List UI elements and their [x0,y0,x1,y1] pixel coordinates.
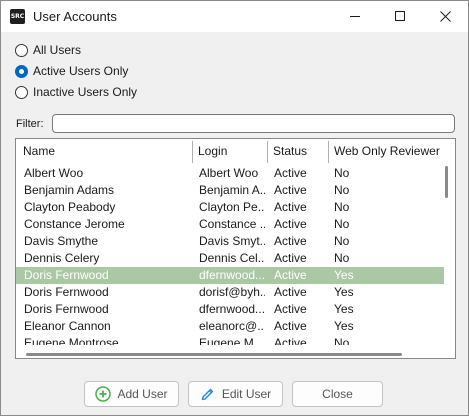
radio-label: Inactive Users Only [33,85,138,99]
name-cell: Benjamin Adams [24,183,115,197]
status-cell: Active [274,166,307,180]
horizontal-scrollbar[interactable] [16,345,444,358]
column-header-name[interactable]: Name [18,139,55,165]
filter-input[interactable] [52,114,455,133]
minimize-button[interactable] [332,1,378,32]
web-only-reviewer-cell: No [334,217,350,231]
add-circle-icon [95,386,112,402]
table-row[interactable]: Constance Jerome Constance ... Active No [16,216,444,233]
table-row[interactable]: Doris Fernwood dfernwood... Active Yes [16,267,444,284]
login-cell: dorisf@byh... [199,285,265,299]
add-user-label: Add User [117,387,168,401]
name-cell: Davis Smythe [24,234,99,248]
add-user-button[interactable]: Add User [84,381,179,407]
close-window-button[interactable] [422,1,468,32]
login-cell: Davis Smyt... [199,234,265,248]
pencil-icon [200,386,216,402]
table-row[interactable]: Doris Fernwood dfernwood... Active Yes [16,301,444,318]
login-cell: dfernwood... [199,268,265,282]
radio-label: Active Users Only [33,64,129,78]
vertical-scroll-thumb[interactable] [445,166,448,198]
login-cell: dfernwood... [199,302,265,316]
web-only-reviewer-cell: Yes [334,302,354,316]
grid-body: Albert Woo Albert Woo Active No Benjamin Ada… [16,165,444,345]
web-only-reviewer-cell: No [334,336,350,345]
name-cell: Constance Jerome [24,217,125,231]
column-header-status[interactable]: Status [268,139,307,165]
login-cell: Eugene M... [199,336,264,345]
table-row[interactable]: Dennis Celery Dennis Cel... Active No [16,250,444,267]
radio-button[interactable] [15,43,28,57]
close-label: Close [322,387,353,401]
login-cell: eleanorc@... [199,319,265,333]
maximize-button[interactable] [377,1,423,32]
table-row[interactable]: Albert Woo Albert Woo Active No [16,165,444,182]
login-cell: Constance ... [199,217,265,231]
status-cell: Active [274,234,307,248]
name-cell: Doris Fernwood [24,285,109,299]
name-cell: Dennis Celery [24,251,100,265]
login-cell: Benjamin A... [199,183,265,197]
status-cell: Active [274,200,307,214]
web-only-reviewer-cell: No [334,200,350,214]
title-bar: SRC User Accounts [1,1,468,32]
edit-user-label: Edit User [221,387,272,401]
status-cell: Active [274,336,307,345]
web-only-reviewer-cell: No [334,251,350,265]
grid-header: Name Login Status Web Only Reviewer [16,139,444,165]
table-row[interactable]: Eugene Montrose Eugene M... Active No [16,335,444,345]
web-only-reviewer-cell: Yes [334,319,354,333]
minimize-icon [349,16,360,17]
table-row[interactable]: Eleanor Cannon eleanorc@... Active Yes [16,318,444,335]
table-row[interactable]: Benjamin Adams Benjamin A... Active No [16,182,444,199]
status-cell: Active [274,183,307,197]
radio-active-users-only[interactable]: Active Users Only [15,62,128,80]
web-only-reviewer-cell: Yes [334,268,354,282]
close-icon [439,11,451,22]
table-row[interactable]: Doris Fernwood dorisf@byh... Active Yes [16,284,444,301]
name-cell: Doris Fernwood [24,302,109,316]
users-grid: Name Login Status Web Only Reviewer Albe… [15,138,456,359]
table-row[interactable]: Clayton Peabody Clayton Pe... Active No [16,199,444,216]
status-cell: Active [274,251,307,265]
name-cell: Doris Fernwood [24,268,109,282]
name-cell: Albert Woo [24,166,84,180]
edit-user-button[interactable]: Edit User [188,381,283,407]
status-cell: Active [274,268,307,282]
app-icon: SRC [10,9,25,24]
login-cell: Clayton Pe... [199,200,265,214]
close-button[interactable]: Close [292,381,383,407]
radio-button[interactable] [15,64,28,78]
name-cell: Clayton Peabody [24,200,116,214]
radio-button[interactable] [15,85,28,99]
status-cell: Active [274,217,307,231]
name-cell: Eugene Montrose [24,336,119,345]
horizontal-scroll-thumb[interactable] [26,353,402,356]
filter-label: Filter: [16,118,44,130]
status-cell: Active [274,319,307,333]
column-header-login[interactable]: Login [193,139,227,165]
maximize-icon [394,11,405,21]
web-only-reviewer-cell: No [334,234,350,248]
web-only-reviewer-cell: No [334,183,350,197]
login-cell: Dennis Cel... [199,251,265,265]
web-only-reviewer-cell: Yes [334,285,354,299]
window-title: User Accounts [33,9,117,24]
user-accounts-window: SRC User Accounts All Users Active Users… [0,0,469,416]
name-cell: Eleanor Cannon [24,319,111,333]
status-cell: Active [274,285,307,299]
radio-inactive-users-only[interactable]: Inactive Users Only [15,83,137,101]
radio-label: All Users [33,43,82,57]
login-cell: Albert Woo [199,166,259,180]
column-header-web-only-reviewer[interactable]: Web Only Reviewer [329,139,440,165]
radio-all-users[interactable]: All Users [15,41,81,59]
table-row[interactable]: Davis Smythe Davis Smyt... Active No [16,233,444,250]
web-only-reviewer-cell: No [334,166,350,180]
status-cell: Active [274,302,307,316]
